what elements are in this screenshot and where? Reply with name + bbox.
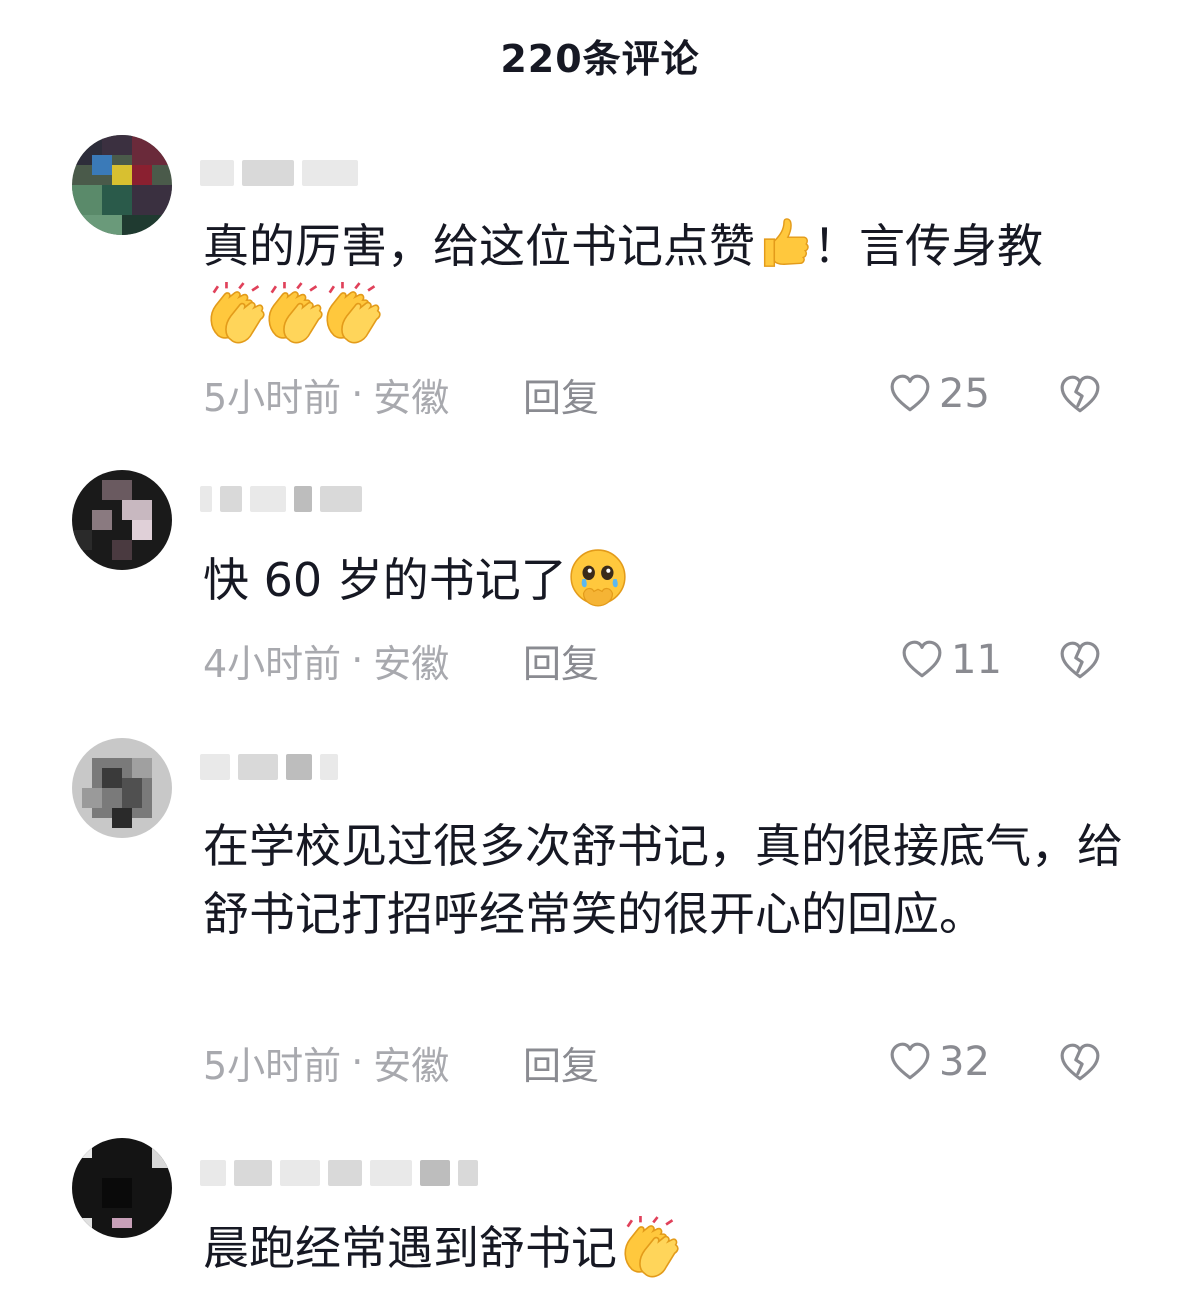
like-count: 25: [939, 371, 990, 417]
comment-text: 晨跑经常遇到舒书记: [203, 1214, 1133, 1282]
comment-location: 安徽: [373, 641, 450, 686]
like-button[interactable]: 11: [901, 632, 1002, 688]
avatar[interactable]: [72, 1138, 172, 1238]
comment-time: 4小时前: [203, 641, 342, 686]
comment-meta: 4小时前 · 安徽 回复 11: [203, 632, 1123, 688]
comment-time: 5小时前: [203, 1043, 342, 1088]
broken-heart-icon[interactable]: [1059, 640, 1101, 682]
face-holding-back-tears-emoji: [567, 548, 625, 606]
username-blurred[interactable]: [200, 1150, 478, 1196]
meta-separator: ·: [351, 638, 364, 682]
broken-heart-icon[interactable]: [1059, 374, 1101, 416]
heart-outline-icon: [889, 1041, 931, 1083]
comment-location: 安徽: [373, 1043, 450, 1088]
username-blurred[interactable]: [200, 150, 358, 196]
avatar[interactable]: [72, 470, 172, 570]
comment-meta: 5小时前 · 安徽 回复 32: [203, 1034, 1123, 1090]
reply-button[interactable]: 回复: [523, 1035, 599, 1090]
reply-button[interactable]: 回复: [523, 367, 599, 422]
broken-heart-icon[interactable]: [1059, 1042, 1101, 1084]
username-blurred[interactable]: [200, 744, 338, 790]
clapping-hands-emoji: [261, 282, 319, 340]
comment-time: 5小时前: [203, 375, 342, 420]
comment-text: 在学校见过很多次舒书记，真的很接底气，给舒书记打招呼经常笑的很开心的回应。: [203, 819, 1123, 941]
comment-location: 安徽: [373, 375, 450, 420]
reply-button[interactable]: 回复: [523, 633, 599, 688]
heart-outline-icon: [901, 639, 943, 681]
like-count: 32: [939, 1039, 990, 1085]
avatar[interactable]: [72, 135, 172, 235]
like-count: 11: [951, 637, 1002, 683]
comment-text: 真的厉害，给这位书记点赞 ！言传身教: [203, 212, 1133, 348]
thumbs-up-emoji: [755, 214, 813, 272]
comment-meta: 5小时前 · 安徽 回复 25: [203, 366, 1123, 422]
heart-outline-icon: [889, 373, 931, 415]
avatar[interactable]: [72, 738, 172, 838]
like-button[interactable]: 32: [889, 1034, 990, 1090]
clapping-hands-emoji: [203, 282, 261, 340]
like-button[interactable]: 25: [889, 366, 990, 422]
meta-separator: ·: [351, 1040, 364, 1084]
comments-count-title: 220条评论: [500, 37, 700, 81]
clapping-hands-emoji: [319, 282, 377, 340]
meta-separator: ·: [351, 372, 364, 416]
username-blurred[interactable]: [200, 476, 362, 522]
comment-text: 快 60 岁的书记了: [203, 546, 1133, 614]
clapping-hands-emoji: [617, 1216, 675, 1274]
